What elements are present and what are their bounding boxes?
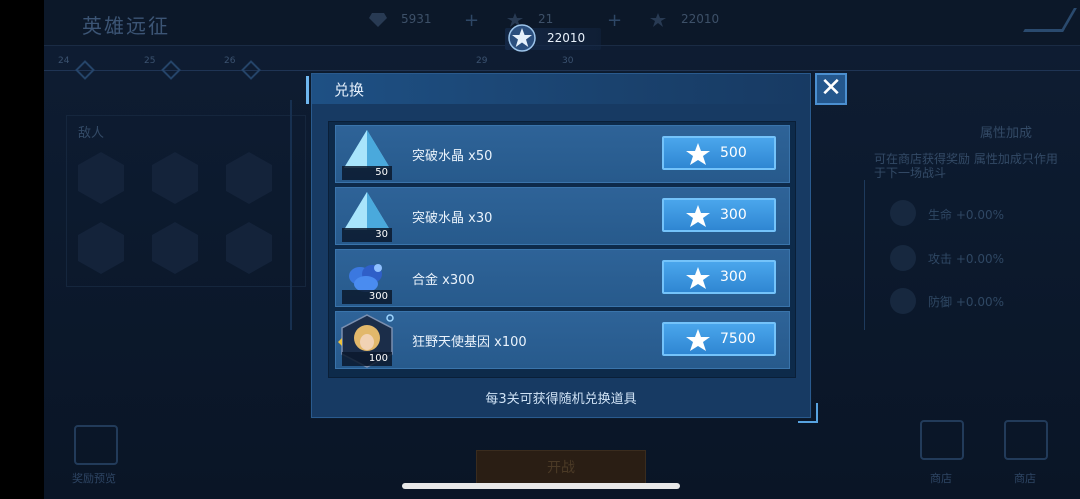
stat-hp: 生命 +0.00% (928, 208, 1004, 222)
currency-value: 22010 (547, 31, 586, 45)
item-name: 突破水晶 x30 (412, 211, 493, 226)
item-price: 500 (720, 145, 747, 161)
resource-star: 22010 (649, 12, 719, 27)
header-accent (306, 76, 309, 104)
enemy-label: 敌人 (78, 126, 105, 141)
item-quantity: 50 (342, 166, 392, 180)
exchange-list: 50 突破水晶 x50 500 30 突破水晶 x30 300 300 合金 x… (328, 121, 796, 378)
exchange-button[interactable]: 300 (662, 260, 776, 294)
dialog-footer-note: 每3关可获得随机兑换道具 (485, 392, 637, 407)
dialog-title: 兑换 (334, 81, 365, 99)
divider (864, 180, 865, 330)
stage-number: 29 (476, 56, 488, 66)
exchange-item: 30 突破水晶 x30 300 (335, 187, 790, 245)
item-quantity: 100 (342, 352, 392, 366)
exchange-item: 300 合金 x300 300 (335, 249, 790, 307)
attr-title: 属性加成 (980, 126, 1033, 141)
star-badge-icon (650, 12, 666, 27)
add-diamond-button[interactable]: + (464, 10, 479, 31)
exchange-dialog: 兑换 50 突破水晶 x50 500 30 突破水晶 x30 300 300 合… (306, 73, 818, 423)
dialog-header (312, 74, 810, 104)
stage-number: 30 (562, 56, 574, 66)
resource-diamond: 5931 (369, 12, 432, 27)
shop-cart-icon[interactable] (1004, 420, 1048, 460)
stat-atk: 攻击 +0.00% (928, 252, 1004, 266)
stat-def: 防御 +0.00% (928, 295, 1004, 309)
stage-number: 24 (58, 56, 70, 66)
star-badge-icon (508, 24, 536, 52)
add-badge-button[interactable]: + (607, 10, 622, 31)
star-badge-icon (686, 329, 710, 351)
stage-progress-line (44, 70, 1080, 71)
star-badge-icon (686, 143, 710, 165)
exchange-item: 100 狂野天使基因 x100 7500 (335, 311, 790, 369)
close-button[interactable]: ✕ (815, 73, 847, 105)
stage-node[interactable] (241, 60, 261, 80)
diamond-icon (369, 12, 387, 27)
emblem-icon[interactable] (920, 420, 964, 460)
item-name: 狂野天使基因 x100 (412, 335, 527, 350)
exchange-item: 50 突破水晶 x50 500 (335, 125, 790, 183)
star-badge-icon (686, 267, 710, 289)
close-icon: ✕ (820, 73, 842, 103)
sword-icon (890, 245, 916, 271)
bottom-right-label: 商店 (1014, 472, 1036, 485)
gift-icon[interactable] (74, 425, 118, 465)
item-price: 300 (720, 269, 747, 285)
exchange-button[interactable]: 500 (662, 136, 776, 170)
start-battle-button[interactable]: 开战 (476, 450, 646, 486)
item-name: 合金 x300 (412, 273, 475, 288)
bottom-right-label: 商店 (930, 472, 952, 485)
currency-display: 22010 (505, 24, 601, 52)
home-indicator[interactable] (402, 483, 680, 489)
exchange-button[interactable]: 7500 (662, 322, 776, 356)
item-name: 突破水晶 x50 (412, 149, 493, 164)
heart-icon (890, 200, 916, 226)
stage-number: 25 (144, 56, 156, 66)
item-quantity: 300 (342, 290, 392, 304)
reward-preview-label: 奖励预览 (72, 472, 116, 485)
stage-number: 26 (224, 56, 236, 66)
item-price: 7500 (720, 331, 756, 347)
shield-icon (890, 288, 916, 314)
divider (290, 100, 292, 330)
page-title: 英雄远征 (82, 14, 170, 38)
stage-node[interactable] (161, 60, 181, 80)
star-badge-icon (686, 205, 710, 227)
stage-node[interactable] (75, 60, 95, 80)
exchange-button[interactable]: 300 (662, 198, 776, 232)
attr-desc: 可在商店获得奖励 属性加成只作用于下一场战斗 (874, 152, 1058, 180)
item-quantity: 30 (342, 228, 392, 242)
item-price: 300 (720, 207, 747, 223)
